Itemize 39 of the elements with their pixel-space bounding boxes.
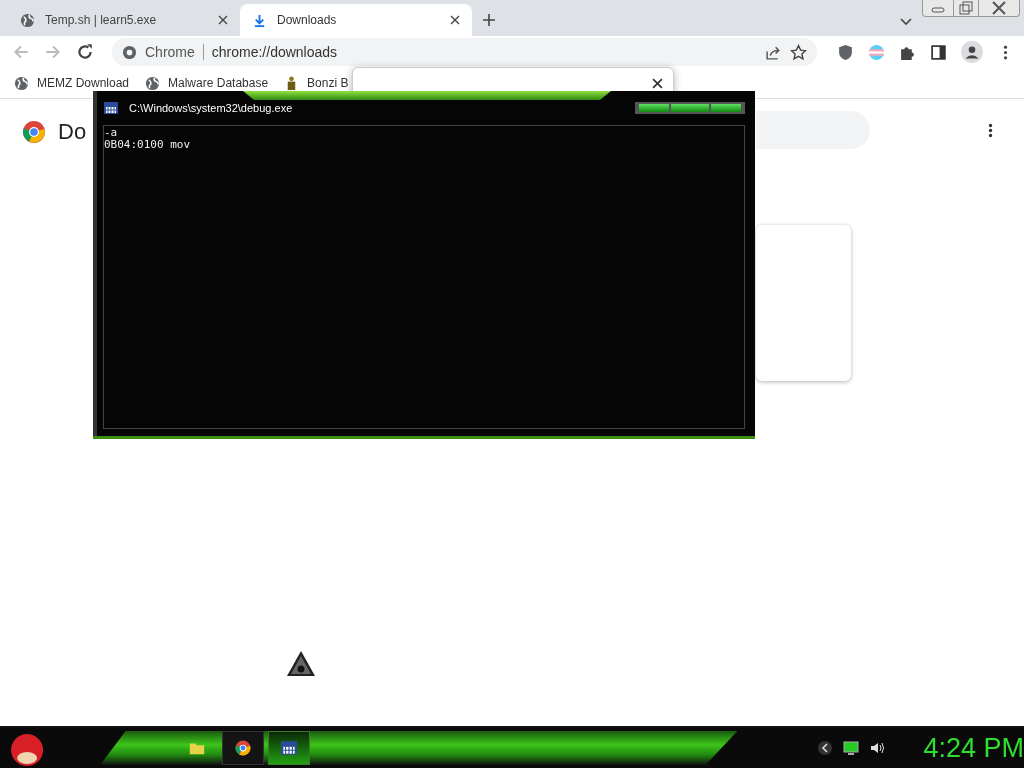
chevron-down-icon[interactable] (900, 18, 912, 26)
reload-icon[interactable] (76, 43, 94, 61)
profile-icon[interactable] (961, 41, 983, 63)
globe-icon (20, 12, 35, 28)
clock: 4:24 PM (923, 732, 1024, 764)
console-line: 0B04:0100 mov (104, 139, 192, 151)
globe-icon (145, 75, 161, 91)
chrome-logo-icon (22, 120, 46, 144)
download-icon (252, 12, 267, 28)
chrome-logo-icon (234, 739, 253, 757)
address-bar[interactable]: Chrome chrome://downloads (112, 38, 817, 66)
star-icon[interactable] (790, 43, 807, 61)
side-panel-icon[interactable] (930, 43, 947, 61)
browser-tab[interactable]: Temp.sh | learn5.exe (8, 4, 240, 36)
shield-icon[interactable] (837, 43, 854, 61)
monitor-icon[interactable] (843, 740, 860, 756)
close-icon[interactable] (450, 15, 460, 25)
taskbar-button[interactable] (268, 731, 311, 765)
console-icon (280, 739, 299, 757)
url-text: chrome://downloads (211, 44, 338, 60)
window-title: C:\Windows\system32\debug.exe (129, 102, 293, 114)
bookmark[interactable]: Malware Database (145, 75, 269, 91)
console-icon (103, 100, 119, 116)
site-label: Chrome (145, 44, 195, 60)
console-line: -a (104, 127, 119, 139)
chrome-icon (122, 44, 137, 60)
page-heading: Do (58, 119, 87, 145)
cursor-icon (286, 650, 316, 678)
close-icon[interactable] (652, 78, 663, 89)
close-icon[interactable] (218, 15, 228, 25)
more-icon[interactable] (988, 123, 993, 138)
search-field[interactable] (756, 111, 870, 149)
speaker-icon[interactable] (869, 740, 886, 756)
bookmark[interactable]: MEMZ Download (14, 75, 130, 91)
browser-tab[interactable]: Downloads (240, 4, 472, 36)
bookmark[interactable]: Bonzi B (284, 75, 349, 91)
new-tab-icon[interactable] (482, 13, 496, 27)
taskbar-button[interactable] (222, 731, 265, 765)
globe-icon (14, 75, 29, 91)
